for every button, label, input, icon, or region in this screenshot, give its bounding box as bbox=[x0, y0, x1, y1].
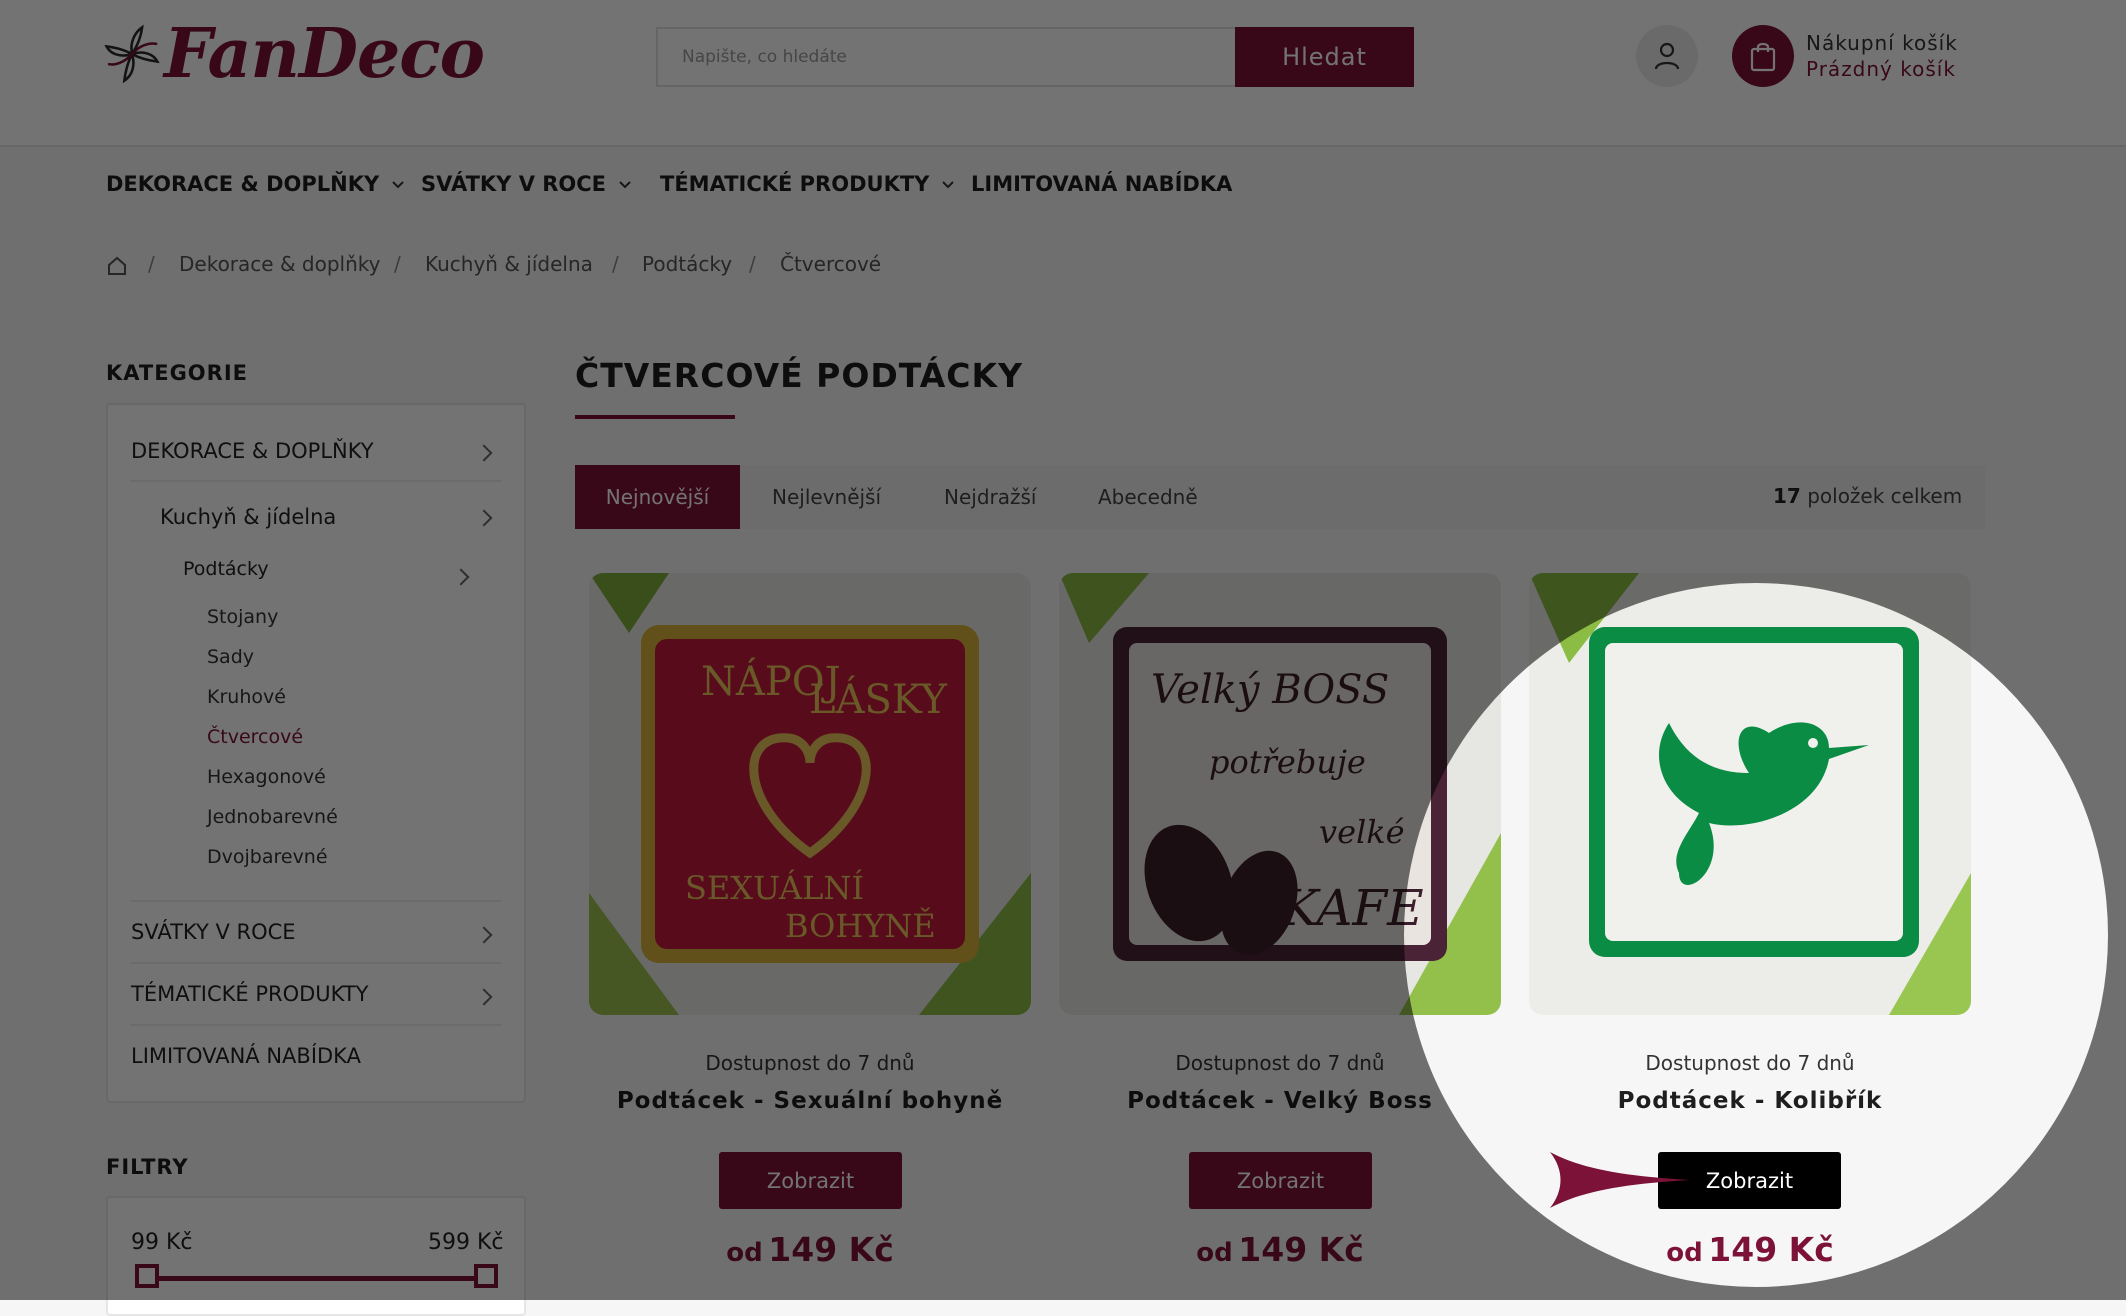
search-button[interactable]: Hledat bbox=[1235, 27, 1414, 87]
breadcrumb-separator: / bbox=[394, 252, 401, 276]
user-icon bbox=[1654, 42, 1680, 70]
image-text: BOHYNĚ bbox=[785, 907, 936, 945]
breadcrumb-item[interactable]: Dekorace & doplňky bbox=[179, 252, 380, 276]
nav-item-svatky[interactable]: SVÁTKY V ROCE bbox=[421, 172, 632, 196]
total-count: 17 položek celkem bbox=[1773, 484, 1962, 508]
show-product-button[interactable]: Zobrazit bbox=[1189, 1152, 1372, 1209]
nav-item-limitovana[interactable]: LIMITOVANÁ NABÍDKA bbox=[971, 172, 1232, 196]
category-item[interactable]: SVÁTKY V ROCE bbox=[131, 920, 296, 944]
category-item[interactable]: Kuchyň & jídelna bbox=[160, 505, 336, 529]
nav-item-label: TÉMATICKÉ PRODUKTY bbox=[660, 172, 930, 196]
price-prefix: od bbox=[1196, 1238, 1233, 1268]
home-icon[interactable] bbox=[106, 255, 128, 277]
logo-flower-icon bbox=[104, 24, 160, 84]
price-range-max-handle[interactable] bbox=[474, 1264, 498, 1288]
image-text: KAFE bbox=[1280, 879, 1424, 937]
filters-heading: FILTRY bbox=[106, 1155, 189, 1179]
breadcrumb-item[interactable]: Podtácky bbox=[642, 252, 732, 276]
category-item[interactable]: TÉMATICKÉ PRODUKTY bbox=[131, 982, 368, 1006]
chevron-down-icon bbox=[619, 181, 631, 189]
price-range-min-handle[interactable] bbox=[135, 1264, 159, 1288]
price-range-track bbox=[143, 1276, 485, 1281]
subcategory-item[interactable]: Sady bbox=[207, 646, 254, 668]
subcategory-item[interactable]: Dvojbarevné bbox=[207, 846, 328, 868]
product-price: od 149 Kč bbox=[1059, 1230, 1501, 1269]
sort-tab-most-expensive[interactable]: Nejdražší bbox=[944, 465, 1036, 529]
image-text: SEXUÁLNÍ bbox=[685, 869, 864, 907]
product-image[interactable]: Velký BOSS potřebuje velké KAFE bbox=[1059, 573, 1501, 1015]
nav-item-label: LIMITOVANÁ NABÍDKA bbox=[971, 172, 1233, 196]
subcategory-item[interactable]: Kruhové bbox=[207, 686, 286, 708]
product-availability: Dostupnost do 7 dnů bbox=[1645, 1051, 1855, 1075]
logo-text: FanDeco bbox=[163, 14, 485, 94]
divider bbox=[131, 962, 501, 964]
sort-tab-cheapest[interactable]: Nejlevnější bbox=[772, 465, 881, 529]
price-value: 149 Kč bbox=[1708, 1230, 1834, 1269]
nav-item-tematicke[interactable]: TÉMATICKÉ PRODUKTY bbox=[660, 172, 955, 196]
nav-item-dekorace[interactable]: DEKORACE & DOPLŇKY bbox=[106, 172, 405, 196]
price-value: 149 Kč bbox=[768, 1230, 894, 1269]
category-item[interactable]: Podtácky bbox=[183, 558, 269, 580]
chevron-down-icon bbox=[392, 181, 404, 189]
product-name[interactable]: Podtácek - Sexuální bohyně bbox=[589, 1088, 1031, 1114]
cart-button[interactable] bbox=[1732, 25, 1794, 87]
product-name[interactable]: Podtácek - Kolibřík bbox=[1529, 1088, 1971, 1114]
price-value: 149 Kč bbox=[1238, 1230, 1364, 1269]
price-prefix: od bbox=[1666, 1238, 1703, 1268]
subcategory-item-active[interactable]: Čtvercové bbox=[207, 726, 303, 748]
chevron-down-icon bbox=[942, 181, 955, 189]
price-prefix: od bbox=[726, 1238, 763, 1268]
price-max: 599 Kč bbox=[428, 1230, 504, 1255]
sort-tab-newest[interactable]: Nejnovější bbox=[575, 465, 740, 529]
product-price: od 149 Kč bbox=[1529, 1230, 1971, 1269]
categories-heading: KATEGORIE bbox=[106, 361, 248, 385]
product-name[interactable]: Podtácek - Velký Boss bbox=[1059, 1088, 1501, 1114]
total-number: 17 bbox=[1773, 484, 1801, 508]
divider bbox=[131, 1024, 501, 1026]
breadcrumb-separator: / bbox=[612, 252, 619, 276]
user-account-button[interactable] bbox=[1636, 25, 1698, 87]
pointer-arrow-icon bbox=[1550, 1152, 1690, 1208]
breadcrumb-item[interactable]: Kuchyň & jídelna bbox=[425, 252, 593, 276]
product-image[interactable]: NÁPOJ LÁSKY SEXUÁLNÍ BOHYNĚ bbox=[589, 573, 1031, 1015]
nav-item-label: DEKORACE & DOPLŇKY bbox=[106, 172, 380, 196]
breadcrumb-separator: / bbox=[749, 252, 756, 276]
page-title: ČTVERCOVÉ PODTÁCKY bbox=[575, 356, 1023, 395]
breadcrumb-separator: / bbox=[148, 252, 155, 276]
shopping-bag-icon bbox=[1750, 42, 1776, 72]
product-image[interactable] bbox=[1529, 573, 1971, 1015]
cart-status: Prázdný košík bbox=[1806, 57, 1956, 81]
image-text: Velký BOSS bbox=[1151, 667, 1389, 713]
price-min: 99 Kč bbox=[131, 1230, 193, 1255]
product-availability: Dostupnost do 7 dnů bbox=[705, 1051, 915, 1075]
search-input[interactable] bbox=[658, 29, 1266, 85]
image-text: LÁSKY bbox=[809, 676, 948, 723]
show-product-button[interactable]: Zobrazit bbox=[719, 1152, 902, 1209]
category-item[interactable]: LIMITOVANÁ NABÍDKA bbox=[131, 1044, 361, 1068]
product-price: od 149 Kč bbox=[589, 1230, 1031, 1269]
subcategory-item[interactable]: Jednobarevné bbox=[207, 806, 338, 828]
sort-tab-alphabetical[interactable]: Abecedně bbox=[1098, 465, 1198, 529]
subcategory-item[interactable]: Hexagonové bbox=[207, 766, 326, 788]
total-label: položek celkem bbox=[1807, 484, 1963, 508]
category-item[interactable]: DEKORACE & DOPLŇKY bbox=[131, 439, 374, 463]
image-text: velké bbox=[1319, 813, 1405, 851]
subcategory-item[interactable]: Stojany bbox=[207, 606, 278, 628]
divider bbox=[131, 480, 501, 482]
cart-title[interactable]: Nákupní košík bbox=[1806, 31, 1958, 55]
image-text: potřebuje bbox=[1209, 743, 1366, 781]
title-underline bbox=[575, 415, 735, 419]
filter-panel bbox=[106, 1196, 526, 1316]
divider bbox=[131, 900, 501, 902]
nav-item-label: SVÁTKY V ROCE bbox=[421, 172, 607, 196]
breadcrumb-current: Čtvercové bbox=[780, 252, 882, 276]
product-availability: Dostupnost do 7 dnů bbox=[1175, 1051, 1385, 1075]
logo[interactable]: FanDeco bbox=[104, 4, 485, 104]
